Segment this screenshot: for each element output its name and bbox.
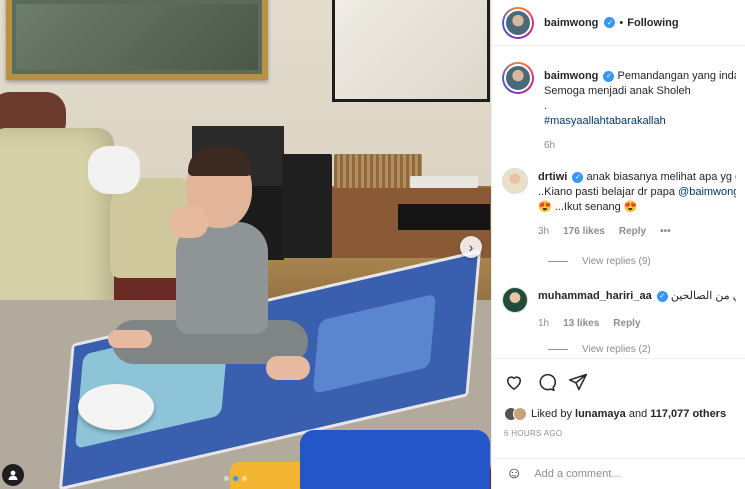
carousel-next-button[interactable]: › bbox=[460, 236, 482, 258]
view-replies-label: View replies (9) bbox=[582, 256, 651, 267]
comment-time: 3h bbox=[538, 226, 550, 237]
comment-likes[interactable]: 13 likes bbox=[563, 316, 599, 331]
heart-icon[interactable] bbox=[504, 372, 524, 392]
caption: baimwong ✓ Pemandangan yang indah Semoga… bbox=[492, 62, 745, 153]
verified-icon: ✓ bbox=[603, 70, 615, 82]
user-tags-button[interactable] bbox=[2, 464, 24, 486]
comment-reply-button[interactable]: Reply bbox=[613, 316, 640, 331]
add-comment-input[interactable]: Add a comment... bbox=[534, 468, 620, 480]
caption-line-3: . bbox=[544, 100, 548, 112]
likes-prefix: Liked by bbox=[531, 408, 576, 420]
photo-amplifier bbox=[398, 204, 490, 230]
emoji-icon[interactable]: ☺ bbox=[506, 465, 522, 483]
verified-icon: ✓ bbox=[572, 171, 584, 183]
caption-line-2: Semoga menjadi anak Sholeh bbox=[544, 85, 691, 97]
post-photo[interactable]: › bbox=[0, 0, 491, 489]
comment-item: drtiwi ✓ anak biasanya melihat apa yg d … bbox=[492, 168, 745, 239]
comment-line-3: 😍 ...Ikut senang 😍 bbox=[538, 201, 638, 213]
photo-child-body bbox=[176, 222, 268, 334]
view-replies-button[interactable]: View replies (2) bbox=[548, 344, 651, 355]
photo-toy-disc bbox=[78, 384, 154, 430]
photo-plush bbox=[88, 146, 140, 194]
post-timestamp: 6 HOURS AGO bbox=[504, 429, 563, 438]
comment-item: muhammad_hariri_aa ✓ ي من الصالحين 1h 13… bbox=[492, 287, 745, 331]
comment-line-1: ي من الصالحين bbox=[670, 290, 736, 302]
comment-icon[interactable] bbox=[536, 372, 556, 392]
carousel-dot bbox=[224, 476, 229, 481]
person-icon bbox=[8, 470, 18, 480]
photo-child-hair bbox=[188, 146, 252, 176]
post-actions: Liked by lunamaya and 117,077 others 6 H… bbox=[492, 358, 745, 438]
likes-user[interactable]: lunamaya bbox=[575, 408, 626, 420]
caption-line-1: Pemandangan yang indah bbox=[617, 70, 736, 82]
replies-line bbox=[548, 261, 568, 262]
view-replies-button[interactable]: View replies (9) bbox=[548, 256, 651, 267]
comments-list[interactable]: baimwong ✓ Pemandangan yang indah Semoga… bbox=[492, 58, 745, 358]
caption-hashtag[interactable]: #masyaallahtabarakallah bbox=[544, 114, 736, 129]
photo-basket bbox=[334, 154, 422, 188]
photo-child-foot-left bbox=[108, 330, 152, 348]
photo-player bbox=[410, 176, 478, 188]
caption-time: 6h bbox=[544, 140, 556, 151]
comment-line-2: ..Kiano pasti belajar dr papa bbox=[538, 186, 679, 198]
likes-count[interactable]: 117,077 others bbox=[650, 408, 726, 420]
commenter-avatar[interactable] bbox=[502, 287, 528, 313]
comment-line-1: anak biasanya melihat apa yg d bbox=[586, 171, 736, 183]
liker-avatar bbox=[513, 407, 527, 421]
photo-toy-blue bbox=[300, 430, 490, 489]
carousel-dots bbox=[224, 476, 247, 481]
comment-time: 1h bbox=[538, 318, 550, 329]
photo-tv bbox=[332, 0, 490, 102]
verified-icon: ✓ bbox=[656, 290, 668, 302]
chevron-right-icon: › bbox=[468, 239, 474, 255]
likes-middle: and bbox=[625, 408, 651, 420]
carousel-dot-active bbox=[233, 476, 238, 481]
caption-avatar[interactable] bbox=[502, 62, 534, 94]
comment-reply-button[interactable]: Reply bbox=[619, 224, 646, 239]
photo-child-hands bbox=[170, 206, 208, 238]
more-options-icon[interactable]: ••• bbox=[660, 224, 671, 239]
verified-icon: ✓ bbox=[604, 17, 616, 28]
caption-username[interactable]: baimwong bbox=[544, 70, 598, 82]
add-comment-bar: ☺ Add a comment... bbox=[492, 458, 745, 489]
comment-mention[interactable]: @baimwong bbox=[678, 186, 736, 198]
view-replies-label: View replies (2) bbox=[582, 344, 651, 355]
comment-likes[interactable]: 176 likes bbox=[563, 224, 605, 239]
separator-dot: • bbox=[619, 16, 624, 29]
carousel-dot bbox=[242, 476, 247, 481]
photo-speaker bbox=[282, 154, 332, 258]
following-button[interactable]: Following bbox=[627, 17, 678, 29]
comment-username[interactable]: drtiwi bbox=[538, 171, 567, 183]
author-avatar[interactable] bbox=[502, 6, 534, 39]
post-side-panel: baimwong ✓ • Following baimwong ✓ Pemand… bbox=[491, 0, 745, 489]
likes-summary[interactable]: Liked by lunamaya and 117,077 others bbox=[504, 407, 734, 421]
post-header: baimwong ✓ • Following bbox=[492, 0, 745, 46]
photo-painting bbox=[6, 0, 268, 80]
replies-line bbox=[548, 349, 568, 350]
share-icon[interactable] bbox=[568, 372, 588, 392]
author-username[interactable]: baimwong bbox=[544, 17, 598, 29]
comment-username[interactable]: muhammad_hariri_aa bbox=[538, 290, 652, 302]
commenter-avatar[interactable] bbox=[502, 168, 528, 194]
photo-child-foot-right bbox=[266, 356, 310, 380]
